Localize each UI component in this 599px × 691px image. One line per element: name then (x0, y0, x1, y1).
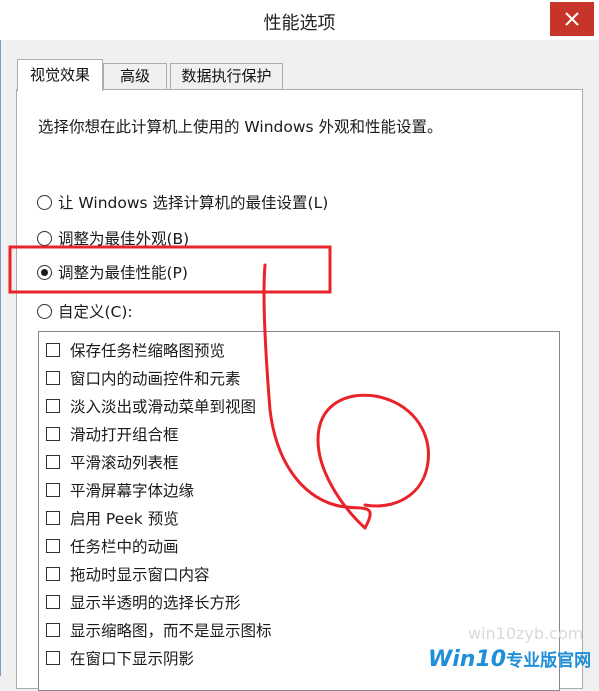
checkbox[interactable] (46, 371, 60, 385)
list-item-label: 淡入淡出或滑动菜单到视图 (70, 398, 257, 416)
radio-label: 调整为最佳外观(B) (58, 230, 190, 248)
checkbox[interactable] (46, 623, 60, 637)
list-item[interactable]: 任务栏中的动画 (46, 534, 179, 558)
radio-label: 调整为最佳性能(P) (58, 264, 188, 282)
radio-button[interactable] (37, 230, 52, 246)
list-item-label: 拖动时显示窗口内容 (70, 566, 210, 584)
list-item-label: 任务栏中的动画 (70, 538, 179, 556)
list-item-label: 显示半透明的选择长方形 (70, 594, 241, 612)
checkbox[interactable] (46, 343, 60, 357)
list-item[interactable]: 在窗口下显示阴影 (46, 646, 194, 670)
list-item-label: 在窗口下显示阴影 (70, 650, 195, 668)
list-item[interactable]: 平滑滚动列表框 (46, 450, 179, 474)
radio-label: 自定义(C): (58, 303, 133, 321)
tab-data-execution-prevention[interactable]: 数据执行保护 (170, 63, 283, 89)
radio-button[interactable] (37, 303, 52, 319)
list-item-label: 显示缩略图，而不是显示图标 (70, 622, 272, 640)
list-item[interactable]: 淡入淡出或滑动菜单到视图 (46, 394, 256, 418)
window-title: 性能选项 (263, 13, 336, 34)
radio-label: 让 Windows 选择计算机的最佳设置(L) (58, 194, 329, 212)
checkbox[interactable] (46, 651, 60, 665)
radio-button[interactable] (37, 194, 52, 210)
checkbox[interactable] (46, 455, 60, 469)
list-item[interactable]: 保存任务栏缩略图预览 (46, 338, 225, 362)
tab-advanced[interactable]: 高级 (103, 63, 167, 89)
radio-custom[interactable]: 自定义(C): (37, 299, 133, 323)
list-item[interactable]: 窗口内的动画控件和元素 (46, 366, 241, 390)
checkbox[interactable] (46, 595, 60, 609)
tab-visual-effects[interactable]: 视觉效果 (17, 59, 103, 91)
close-button[interactable] (550, 2, 594, 36)
watermark-url: win10zyb.com (468, 624, 584, 643)
checkbox[interactable] (46, 567, 60, 581)
list-item-label: 启用 Peek 预览 (70, 510, 179, 528)
watermark-logo: Win10专业版官网 (428, 647, 592, 672)
list-item[interactable]: 平滑屏幕字体边缘 (46, 478, 194, 502)
checkbox[interactable] (46, 427, 60, 441)
list-item[interactable]: 显示缩略图，而不是显示图标 (46, 618, 272, 642)
description-text: 选择你想在此计算机上使用的 Windows 外观和性能设置。 (38, 118, 443, 136)
list-item-label: 滑动打开组合框 (70, 426, 179, 444)
radio-best-performance[interactable]: 调整为最佳性能(P) (37, 260, 188, 284)
list-item-label: 平滑屏幕字体边缘 (70, 482, 195, 500)
list-item[interactable]: 显示半透明的选择长方形 (46, 590, 241, 614)
radio-button-selected[interactable] (37, 264, 52, 280)
title-bar: 性能选项 (0, 0, 599, 40)
checkbox[interactable] (46, 483, 60, 497)
checkbox[interactable] (46, 511, 60, 525)
radio-let-windows-choose[interactable]: 让 Windows 选择计算机的最佳设置(L) (37, 190, 328, 214)
list-item[interactable]: 滑动打开组合框 (46, 422, 179, 446)
list-item-label: 保存任务栏缩略图预览 (70, 342, 226, 360)
checkbox[interactable] (46, 539, 60, 553)
list-item-label: 平滑滚动列表框 (70, 454, 179, 472)
radio-best-appearance[interactable]: 调整为最佳外观(B) (37, 226, 189, 250)
checkbox[interactable] (46, 399, 60, 413)
close-icon (550, 2, 594, 36)
list-item[interactable]: 拖动时显示窗口内容 (46, 562, 210, 586)
list-item-label: 窗口内的动画控件和元素 (70, 370, 241, 388)
list-item[interactable]: 启用 Peek 预览 (46, 506, 179, 530)
